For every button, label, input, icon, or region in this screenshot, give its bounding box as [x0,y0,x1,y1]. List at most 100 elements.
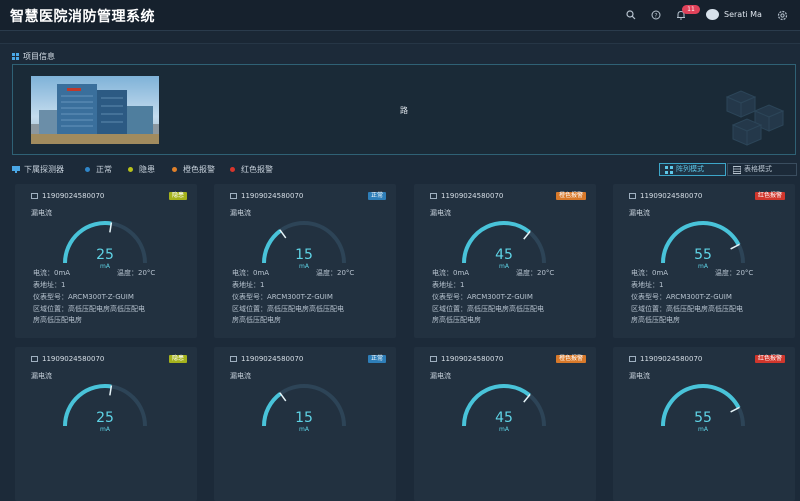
gauge-fill [262,229,282,264]
detector-id: 11909024580070 [230,355,303,363]
tab-strip [0,31,800,44]
avatar[interactable] [706,9,719,20]
leakage-gauge: 45mA [462,384,546,433]
gauge-unit: mA [499,426,510,433]
device-icon [31,193,38,199]
user-name[interactable]: Serati Ma [724,10,762,19]
status-badge: 正常 [367,355,386,363]
meter-model: 仪表型号：ARCM300T-Z-GUIM [33,293,134,301]
gauge-value: 15 [295,247,313,263]
detector-id: 11909024580070 [31,355,104,363]
status-badge: 隐患 [168,192,187,200]
gauge-value: 15 [295,410,313,426]
status-badge: 橙色报警 [555,192,586,200]
leakage-gauge: 45mA [462,221,546,270]
gauge-unit: mA [100,263,111,270]
temperature-reading: 温度：20°C [715,269,754,277]
meter-address: 表地址：1 [33,281,66,289]
gauge-unit: mA [299,263,310,270]
notification-badge: 11 [682,5,700,14]
detector-section-label: 下属探测器 [24,165,64,174]
project-section-label: 项目信息 [23,52,55,61]
svg-text:?: ? [654,12,657,19]
detector-id: 11909024580070 [430,355,503,363]
current-reading: 电流：0mA [33,269,71,277]
meter-model: 仪表型号：ARCM300T-Z-GUIM [232,293,333,301]
detector-card-normal-1[interactable]: 11909024580070 正常 漏电流 15 mA 电流：0mA 温度：20°C 表地址：… [214,184,396,338]
legend-orange-alarm: 橙色报警 [172,164,215,175]
legend-red-alarm: 红色报警 [230,164,273,175]
leakage-gauge: 15mA [262,384,346,433]
device-icon [430,193,437,199]
gauge-unit: mA [698,263,709,270]
list-mode-icon [732,166,742,174]
device-icon [230,193,237,199]
detector-card-normal-2[interactable]: 11909024580070 正常 漏电流 15 mA [214,347,396,501]
meter-model: 仪表型号：ARCM300T-Z-GUIM [432,293,533,301]
list-mode-button[interactable]: 表格模式 [727,163,797,176]
app-title: 智慧医院消防管理系统 [10,9,155,25]
detector-card-orange-2[interactable]: 11909024580070 橙色报警 漏电流 45 mA [414,347,596,501]
area-location-line1: 区域位置：高低压配电房高低压配电 [232,305,344,313]
meter-address: 表地址：1 [432,281,465,289]
device-icon [629,193,636,199]
meter-address: 表地址：1 [232,281,265,289]
detector-id: 11909024580070 [230,192,303,200]
device-icon [31,356,38,362]
settings-icon[interactable] [775,8,789,22]
detector-section-title: 下属探测器 [12,164,64,175]
gauge-value: 45 [495,247,513,263]
cube-decoration-icon [725,90,785,146]
gauge-unit: mA [299,426,310,433]
legend-hazard: 隐患 [128,164,155,175]
project-info-panel: 路 [12,64,796,155]
grid-icon [12,53,19,60]
status-badge: 正常 [367,192,386,200]
area-location-line2: 房高低压配电房 [432,316,481,324]
device-icon [430,356,437,362]
leakage-gauge: 55mA [661,384,745,433]
detector-id: 11909024580070 [430,192,503,200]
current-reading: 电流：0mA [232,269,270,277]
temperature-reading: 温度：20°C [516,269,555,277]
detector-card-red-2[interactable]: 11909024580070 红色报警 漏电流 55 mA [613,347,795,501]
project-value: 路 [400,106,408,115]
gauge-value: 45 [495,410,513,426]
leakage-gauge: 25mA [63,384,147,433]
meter-model: 仪表型号：ARCM300T-Z-GUIM [631,293,732,301]
status-badge: 隐患 [168,355,187,363]
area-location-line1: 区域位置：高低压配电房高低压配电 [33,305,145,313]
project-section-title: 项目信息 [12,51,55,62]
area-location-line1: 区域位置：高低压配电房高低压配电 [432,305,544,313]
list-mode-label: 表格模式 [744,165,772,173]
gauge-unit: mA [100,426,111,433]
gauge-unit: mA [499,263,510,270]
detector-card-hazard-2[interactable]: 11909024580070 隐患 漏电流 25 mA [15,347,197,501]
gauge-value: 25 [96,247,114,263]
grid-mode-button[interactable]: 阵列模式 [659,163,726,176]
grid-mode-label: 阵列模式 [676,165,704,173]
top-bar: 智慧医院消防管理系统 ? 11 Serati Ma [0,0,800,31]
gauge-value: 25 [96,410,114,426]
current-reading: 电流：0mA [631,269,669,277]
monitor-icon [12,166,20,173]
grid-mode-icon [665,166,673,174]
gauge-value: 55 [694,247,712,263]
detector-card-orange-1[interactable]: 11909024580070 橙色报警 漏电流 45 mA 电流：0mA 温度：20°C 表地… [414,184,596,338]
area-location-line2: 房高低压配电房 [232,316,281,324]
temperature-reading: 温度：20°C [117,269,156,277]
status-badge: 红色报警 [754,192,785,200]
search-icon[interactable] [624,8,638,22]
detector-card-red-1[interactable]: 11909024580070 红色报警 漏电流 55 mA 电流：0mA 温度：20°C 表地… [613,184,795,338]
meter-address: 表地址：1 [631,281,664,289]
gauge-fill [262,392,282,427]
area-location-line2: 房高低压配电房 [33,316,82,324]
legend-normal: 正常 [85,164,112,175]
help-icon[interactable]: ? [649,8,663,22]
area-location-line2: 房高低压配电房 [631,316,680,324]
gauge-unit: mA [698,426,709,433]
current-reading: 电流：0mA [432,269,470,277]
leakage-gauge: 55mA [661,221,745,270]
detector-card-hazard-1[interactable]: 11909024580070 隐患 漏电流 25 mA 电流：0mA 温度：20°C 表地址：… [15,184,197,338]
temperature-reading: 温度：20°C [316,269,355,277]
